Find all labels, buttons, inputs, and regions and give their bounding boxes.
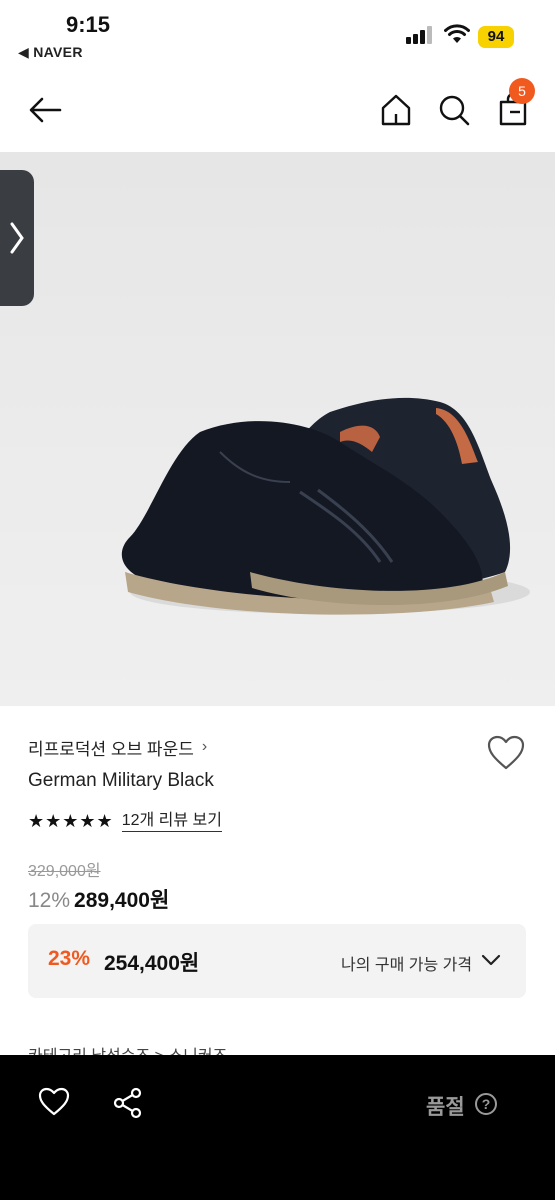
- search-button[interactable]: [434, 90, 474, 130]
- product-name: German Military Black: [28, 770, 214, 791]
- brand-name: 리프로덕션 오브 파운드: [28, 739, 194, 759]
- share-icon: [113, 1087, 142, 1119]
- chevron-down-icon: [481, 954, 501, 966]
- chevron-right-icon: [10, 222, 24, 254]
- wishlist-button[interactable]: [486, 734, 526, 772]
- member-price-dropdown[interactable]: 23% 254,400원 나의 구매 가능 가격: [28, 924, 526, 998]
- member-price-label: 나의 구매 가능 가격: [341, 957, 473, 974]
- heart-icon: [38, 1087, 70, 1116]
- help-icon[interactable]: ?: [475, 1093, 497, 1115]
- home-icon: [381, 94, 411, 126]
- back-to-naver-link[interactable]: ◀ NAVER: [18, 44, 83, 61]
- soldout-label: 품절: [426, 1096, 465, 1119]
- bottom-wishlist-button[interactable]: [38, 1087, 70, 1117]
- top-nav: [0, 78, 555, 142]
- chevron-right-icon: ›: [201, 738, 208, 755]
- side-drawer-tab[interactable]: [0, 170, 34, 306]
- rating-row: ★★★★★ 12개 리뷰 보기: [28, 808, 222, 834]
- brand-link[interactable]: 리프로덕션 오브 파운드 ›: [28, 734, 207, 760]
- battery-indicator: 94: [478, 26, 514, 48]
- discount-rate: 12%: [28, 889, 71, 912]
- product-image[interactable]: [0, 152, 555, 706]
- cart-count-badge: 5: [509, 78, 535, 104]
- status-time: 9:15: [66, 12, 111, 37]
- arrow-left-icon: [29, 97, 62, 123]
- bottom-action-bar: 품절 ?: [0, 1055, 555, 1200]
- original-price: 329,000원: [28, 863, 101, 880]
- product-photo: [121, 397, 530, 615]
- member-discount-rate: 23%: [48, 947, 91, 970]
- status-bar: 9:15 ◀ NAVER 94: [0, 0, 555, 70]
- sale-price: 289,400원: [74, 889, 170, 912]
- price-row: 12% 289,400원: [28, 884, 169, 914]
- review-link[interactable]: 12개 리뷰 보기: [121, 811, 222, 832]
- cellular-signal-icon: [406, 26, 432, 44]
- heart-icon: [487, 735, 525, 770]
- search-icon: [439, 95, 470, 126]
- member-price: 254,400원: [104, 952, 200, 975]
- share-button[interactable]: [112, 1087, 144, 1119]
- rating-stars: ★★★★★: [28, 810, 114, 831]
- back-button[interactable]: [24, 90, 68, 130]
- wifi-icon: [444, 24, 470, 43]
- home-button[interactable]: [376, 90, 416, 130]
